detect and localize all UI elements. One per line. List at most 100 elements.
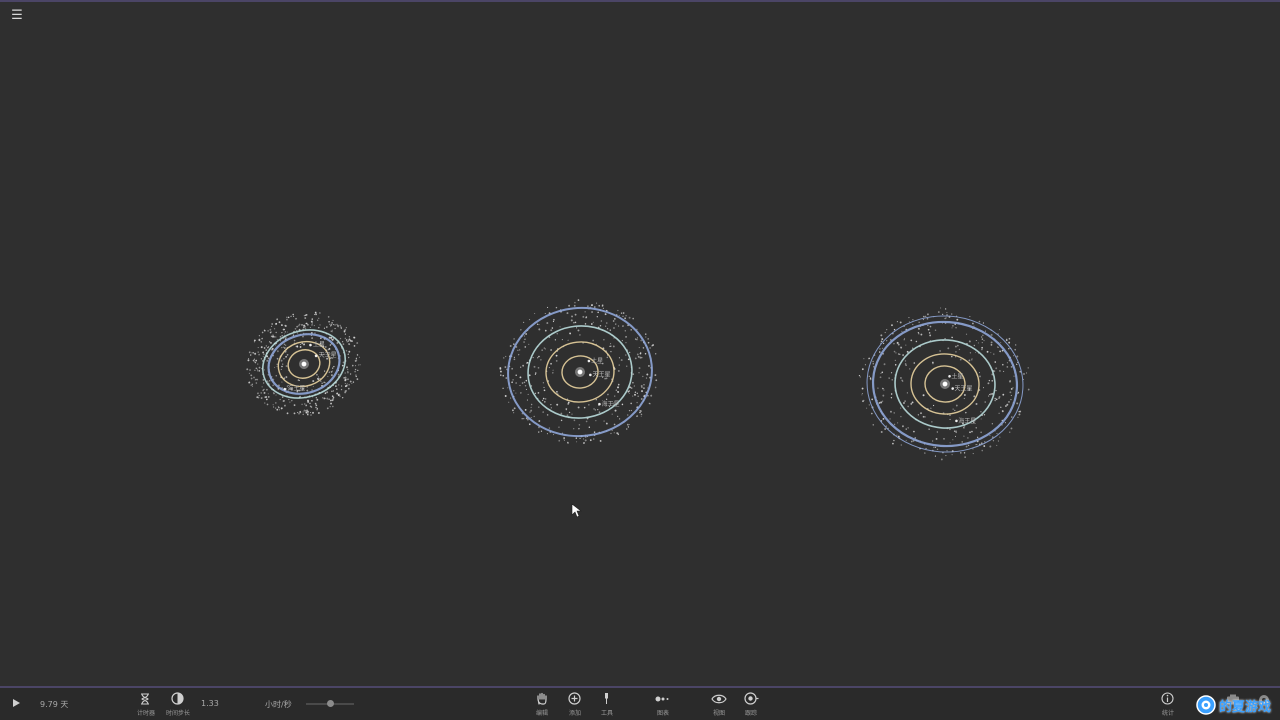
- particle: [258, 353, 260, 356]
- particle: [342, 343, 345, 346]
- particle: [907, 405, 909, 408]
- planet-label[interactable]: 海王星: [602, 400, 620, 408]
- particle: [926, 313, 929, 316]
- time-step-button[interactable]: [171, 692, 184, 705]
- particle: [346, 383, 348, 385]
- particle: [610, 350, 612, 353]
- planet-label[interactable]: 天王星: [955, 386, 973, 393]
- particle: [255, 382, 258, 384]
- particle: [989, 445, 992, 448]
- particle: [929, 325, 932, 328]
- particle: [298, 325, 300, 327]
- planet-label[interactable]: 海王星: [958, 417, 976, 425]
- graph-label: 图表: [656, 710, 670, 717]
- particle: [330, 402, 332, 405]
- particle: [967, 437, 969, 439]
- particle: [310, 414, 312, 416]
- add-button[interactable]: [568, 692, 581, 705]
- particle: [260, 358, 263, 360]
- particle: [613, 317, 616, 320]
- particle: [262, 351, 265, 354]
- planet-label[interactable]: 土星: [313, 340, 325, 348]
- particle: [279, 409, 281, 411]
- star-system[interactable]: 土星天王星海王星: [853, 302, 1035, 466]
- particle: [1017, 361, 1019, 363]
- particle: [344, 337, 346, 339]
- particle: [513, 390, 515, 392]
- particle: [553, 434, 555, 436]
- particle: [291, 399, 293, 402]
- particle: [1000, 406, 1002, 408]
- particle: [605, 322, 608, 324]
- particle: [344, 333, 347, 335]
- particle: [952, 408, 954, 410]
- view-button[interactable]: [711, 694, 727, 704]
- follow-button[interactable]: [744, 692, 759, 705]
- particle: [251, 383, 253, 385]
- particle: [271, 325, 273, 327]
- planet-label[interactable]: 土星: [591, 357, 603, 365]
- particle: [980, 411, 982, 413]
- planet-label[interactable]: 土星: [951, 372, 963, 380]
- particle: [944, 308, 947, 310]
- particle: [346, 366, 348, 369]
- particle: [600, 320, 603, 322]
- particle: [577, 329, 580, 332]
- particle: [617, 325, 620, 327]
- particle: [281, 331, 283, 334]
- planet[interactable]: [589, 373, 592, 377]
- planet-label[interactable]: 天王星: [319, 352, 337, 359]
- particle: [511, 367, 514, 370]
- particle: [510, 397, 512, 399]
- speed-slider[interactable]: [306, 698, 354, 710]
- particle: [647, 387, 649, 389]
- particle: [991, 423, 993, 425]
- particle: [332, 405, 334, 408]
- particle: [261, 386, 263, 388]
- planet-label[interactable]: 海王星: [287, 384, 305, 392]
- speed-slider-knob[interactable]: [326, 700, 334, 707]
- particle: [332, 324, 334, 326]
- particle: [951, 355, 953, 358]
- particle: [978, 372, 980, 374]
- graph-button[interactable]: [655, 696, 670, 702]
- particle: [542, 411, 544, 413]
- tools-button[interactable]: [602, 692, 611, 705]
- particle: [975, 402, 978, 405]
- space-canvas[interactable]: 土星天王星海王星土星天王星海王星土星天王星海王星: [0, 2, 1280, 686]
- particle: [520, 329, 522, 331]
- particle: [314, 402, 317, 405]
- particle: [636, 392, 638, 394]
- planet[interactable]: [309, 343, 312, 347]
- star-system[interactable]: 土星天王星海王星: [232, 297, 375, 432]
- particle: [272, 384, 274, 387]
- play-button[interactable]: [11, 698, 21, 708]
- particle: [597, 311, 599, 314]
- particle: [264, 402, 266, 404]
- planet-label[interactable]: 天王星: [593, 372, 611, 379]
- tools-label: 工具: [600, 710, 614, 717]
- particle: [640, 339, 642, 342]
- particle: [618, 357, 620, 359]
- particle: [298, 323, 301, 326]
- particle: [946, 311, 948, 314]
- stats-button[interactable]: [1161, 692, 1174, 705]
- particle: [252, 352, 255, 354]
- edit-button[interactable]: [536, 692, 548, 705]
- particle: [955, 327, 957, 329]
- particle: [313, 324, 315, 327]
- particle: [266, 388, 268, 391]
- particle: [859, 376, 861, 378]
- watermark: 的夏游戏: [1196, 694, 1271, 716]
- particle: [889, 410, 892, 413]
- particle: [980, 418, 982, 420]
- particle: [340, 388, 343, 391]
- simulation-viewport[interactable]: 土星 天王星 海王星 土星 天王星 海王星 土星 天王星 海王星: [0, 2, 1280, 686]
- timer-button[interactable]: [139, 693, 151, 705]
- particle: [627, 426, 630, 428]
- planet[interactable]: [587, 359, 591, 363]
- plus-circle-icon: [568, 692, 581, 705]
- star-system[interactable]: 土星天王星海王星: [493, 292, 665, 452]
- particle: [345, 339, 348, 341]
- particle: [1013, 355, 1015, 357]
